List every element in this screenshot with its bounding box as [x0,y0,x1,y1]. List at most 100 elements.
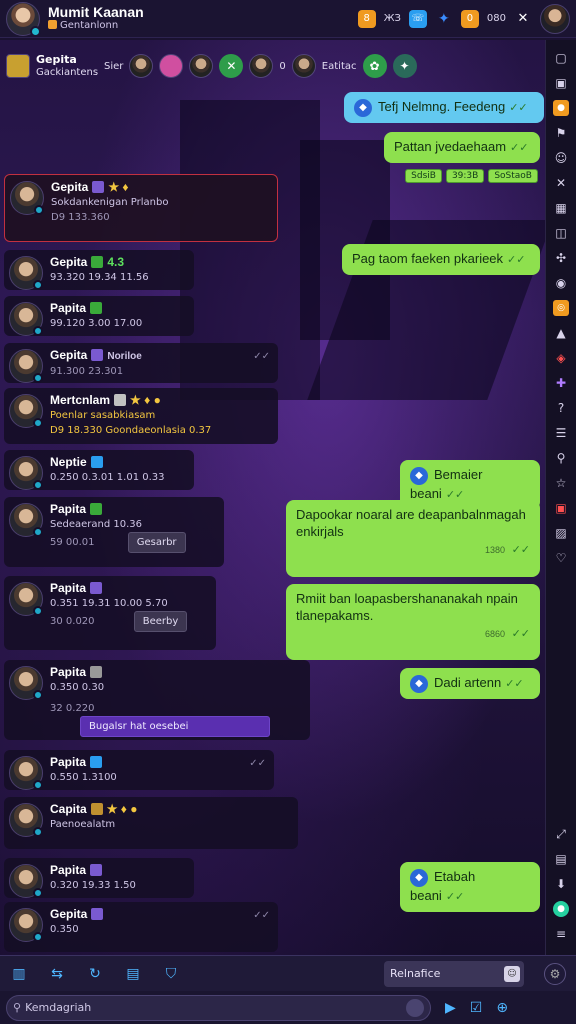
message-card[interactable]: ✓✓ Papita 0.550 1.3100 [4,750,274,790]
coin-icon[interactable]: 0 [460,9,479,28]
tag-chip[interactable]: SdsiB [405,169,442,183]
shop-icon[interactable]: ◈ [553,350,569,366]
composer-toolbar: ▥ ⇆ ↻ ▤ ⛉ Relnafice ☺ ⚙ [0,955,576,991]
grid-icon[interactable]: ▦ [553,200,569,216]
message-card[interactable]: ✓✓ Gepita Noriloe 91.300 23.301 [4,343,278,383]
home-icon[interactable]: ▲ [553,325,569,341]
lock-icon[interactable]: ▣ [553,500,569,516]
menu-icon[interactable]: ≡ [553,926,569,942]
eye-icon[interactable]: ◉ [553,275,569,291]
shield-icon[interactable]: ⛉ [162,966,180,982]
sender-avatar[interactable] [9,756,43,790]
reply-chip[interactable]: Beerby [133,611,188,632]
user-avatar[interactable] [540,3,570,34]
message-card[interactable]: Papita 0.320 19.33 1.50 [4,858,194,898]
note-icon[interactable]: ▤ [124,966,142,982]
sender-avatar[interactable] [9,864,43,898]
download-icon[interactable]: ⬇ [553,876,569,892]
message-meta: 59 00.01 [50,537,95,548]
contact-title[interactable]: Mumit Kaanan Gentanlonn [48,5,144,33]
message-meta: D9 133.360 [51,212,110,223]
contact-avatar[interactable] [6,1,41,37]
heart-icon[interactable]: ♡ [553,550,569,566]
strip-avatar-2[interactable] [159,54,184,78]
list-icon[interactable]: ☰ [553,425,569,441]
sent-message[interactable]: Pattan jvedaehaam ✓✓ [384,132,540,163]
star-icon[interactable]: ✦ [435,10,453,28]
add-icon[interactable]: ⊕ [496,1000,508,1016]
record-icon[interactable]: ◎ [553,300,569,316]
sender-avatar[interactable] [9,256,43,290]
smile-icon[interactable]: ☺ [553,150,569,166]
strip-avatar-1[interactable] [129,54,154,78]
flag-icon[interactable]: ⚑ [553,125,569,141]
strip-avatar-5[interactable] [249,54,274,78]
message-card[interactable]: Papita 0.351 19.31 10.00 5.70 30 0.020 B… [4,576,216,650]
refresh-icon[interactable]: ↻ [86,966,104,982]
strip-avatar-4[interactable]: ✕ [219,54,244,78]
window-icon[interactable]: ▢ [553,50,569,66]
sender-avatar[interactable] [10,181,44,215]
expand-icon[interactable]: ⤢ [553,826,569,842]
message-card[interactable]: Papita Sedeaerand 10.36 59 00.01 Gesarbr [4,497,224,567]
sent-message[interactable]: Pag taom faeken pkarieek ✓✓ [342,244,540,275]
puzzle-icon[interactable]: ✚ [553,375,569,391]
sender-avatar[interactable] [9,908,43,942]
strip-name: Gepita [36,53,77,66]
sender-avatar[interactable] [9,666,43,700]
tools-icon[interactable]: ✕ [553,175,569,191]
panel-icon[interactable]: ▣ [553,75,569,91]
sender-avatar[interactable] [9,394,43,428]
check-icon[interactable]: ☑ [470,1000,483,1016]
tools-icon[interactable]: ✕ [514,10,532,28]
tag-chip[interactable]: SoStaoB [488,169,538,183]
strip-avatar-3[interactable] [189,54,214,78]
gift-icon[interactable]: 8 [357,9,376,28]
book-icon[interactable]: ▥ [10,966,28,982]
sent-message[interactable]: ◆ Dadi artenn ✓✓ [400,668,540,699]
message-card[interactable]: Gepita 4.3 93.320 19.34 11.56 [4,250,194,290]
sender-avatar[interactable] [9,302,43,336]
call-icon[interactable]: ☏ [408,9,427,28]
message-card[interactable]: Mertcnlam ★ ♦ ● Poenlar sasabkiasam D9 18… [4,388,278,444]
gear-icon[interactable]: ⚙ [544,962,566,985]
sent-message[interactable]: Dapookar noaral are deapanbalnmagah enki… [286,500,540,577]
emoji-icon[interactable]: ☺ [504,965,520,982]
sender-avatar[interactable] [9,582,43,616]
message-card[interactable]: ✓✓ Gepita 0.350 [4,902,278,952]
note-icon[interactable]: ▤ [553,851,569,867]
strip-avatar-8[interactable]: ✦ [392,54,417,78]
strip-avatar-7[interactable]: ✿ [362,54,387,78]
reply-chip[interactable]: Gesarbr [127,532,186,553]
sender-avatar[interactable] [9,456,43,490]
status-icon[interactable]: ● [553,901,569,917]
question-icon[interactable]: ? [553,400,569,416]
filter-icon[interactable]: ⚲ [553,450,569,466]
message-card[interactable]: Capita ★ ♦ ● Paenoealatm [4,797,298,849]
sent-message[interactable]: ◆ Tefj Nelmng. Feedeng ✓✓ [344,92,544,123]
message-card[interactable]: Gepita ★ ♦ Sokdankenigan Prlanbo D9 133.3… [4,174,278,242]
sender-avatar[interactable] [9,503,43,537]
mic-icon[interactable] [406,998,424,1017]
sender-avatar[interactable] [9,349,43,383]
sent-message[interactable]: Rmiit ban loapasbershananakah npain tlan… [286,584,540,660]
message-card[interactable]: Neptie 0.250 0.3.01 1.01 0.33 [4,450,194,490]
link-icon[interactable]: ✣ [553,250,569,266]
tag-chip[interactable]: 39:3B [445,169,485,183]
read-receipt-icon: ✓✓ [511,544,530,556]
send-icon[interactable]: ▶ [445,1000,456,1016]
strip-avatar-6[interactable] [291,54,316,78]
sent-message[interactable]: ◆ Etabah beani ✓✓ [400,862,540,912]
message-card[interactable]: Papita 0.350 0.30 32 0.220 Bugalsr hat o… [4,660,310,740]
relation-selector[interactable]: Relnafice ☺ [384,960,524,987]
group-avatar[interactable] [6,54,30,78]
message-card[interactable]: Papita 99.120 3.00 17.00 [4,296,194,336]
search-input[interactable]: ⚲ Kemdagriah [6,994,431,1021]
star-icon[interactable]: ☆ [553,475,569,491]
box-icon[interactable]: ◫ [553,225,569,241]
coin-icon[interactable]: ● [553,100,569,116]
image-icon[interactable]: ▨ [553,525,569,541]
reply-chip[interactable]: Bugalsr hat oesebei [80,716,270,737]
sender-avatar[interactable] [9,803,43,837]
swap-icon[interactable]: ⇆ [48,966,66,982]
